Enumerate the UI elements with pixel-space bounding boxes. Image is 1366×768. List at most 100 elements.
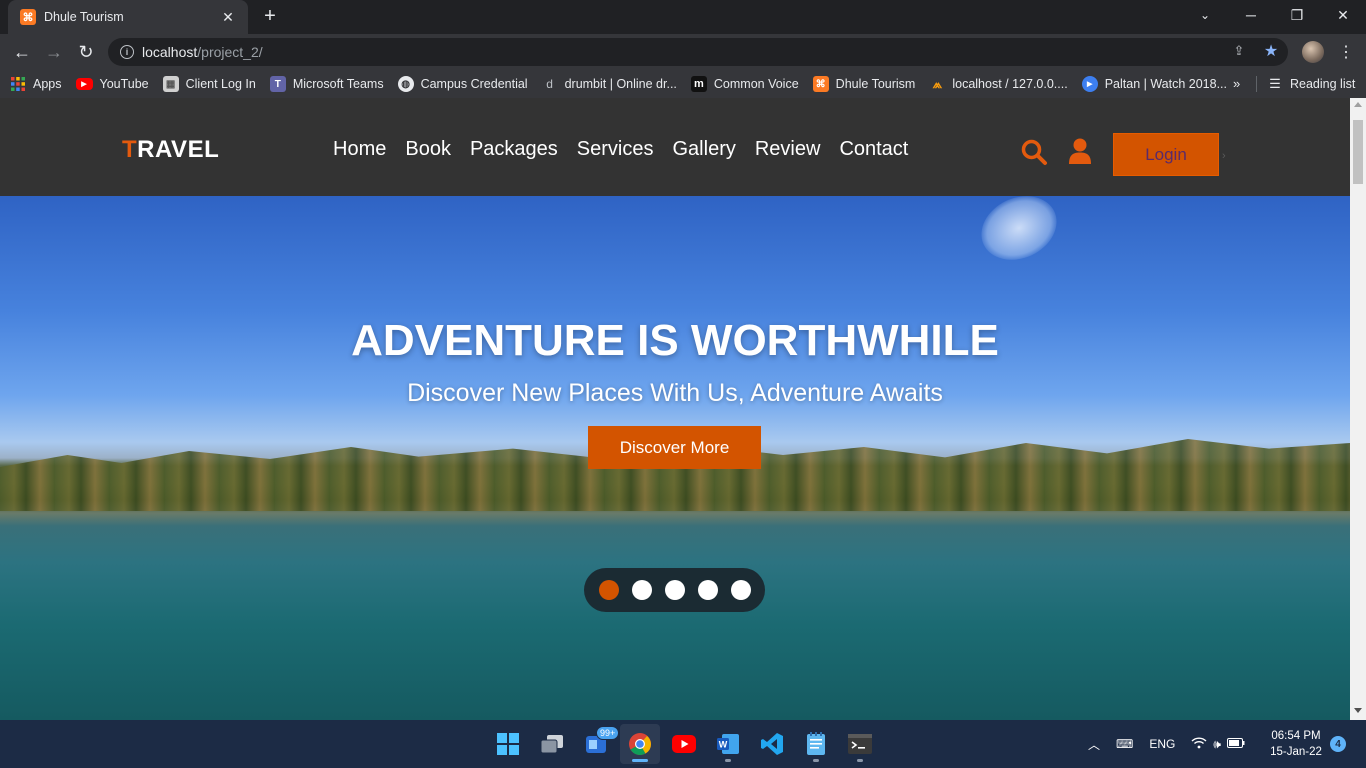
scroll-up-arrow-icon[interactable]	[1354, 102, 1362, 107]
hero-title: ADVENTURE IS WORTHWHILE	[351, 316, 999, 365]
word-taskbar-button[interactable]: W	[708, 724, 748, 764]
window-controls: ─ ❐ ✕	[1228, 0, 1366, 30]
tab-title: Dhule Tourism	[44, 10, 124, 24]
terminal-icon	[848, 734, 872, 754]
touch-keyboard-icon[interactable]: ⌨	[1116, 737, 1133, 751]
login-button[interactable]: Login	[1113, 133, 1219, 176]
task-view-icon	[540, 735, 563, 754]
scroll-thumb[interactable]	[1353, 120, 1363, 184]
discover-more-button[interactable]: Discover More	[588, 426, 761, 469]
search-icon[interactable]	[1020, 138, 1048, 166]
restore-button[interactable]: ❐	[1274, 0, 1320, 30]
bookmark-label: Campus Credential	[420, 77, 528, 91]
widgets-button[interactable]: 99+	[576, 724, 620, 764]
bookmark-campus-credential[interactable]: ◍ Campus Credential	[397, 76, 528, 92]
youtube-app-icon	[672, 735, 696, 753]
slide-dot-1[interactable]	[598, 580, 619, 600]
nav-review[interactable]: Review	[755, 138, 821, 161]
profile-avatar[interactable]	[1302, 41, 1324, 63]
forward-button[interactable]: →	[40, 39, 68, 65]
terminal-taskbar-button[interactable]	[840, 724, 880, 764]
nav-packages[interactable]: Packages	[470, 138, 558, 161]
tab-search-chevron-icon[interactable]: ⌄	[1192, 4, 1218, 26]
nav-home[interactable]: Home	[333, 138, 386, 161]
slide-dot-2[interactable]	[631, 580, 652, 600]
bookmark-client-log-in[interactable]: ▦ Client Log In	[162, 76, 256, 92]
notification-badge[interactable]: 4	[1330, 736, 1346, 752]
drumbit-icon: d	[546, 77, 553, 91]
svg-text:W: W	[719, 740, 728, 750]
bookmark-dhule-tourism[interactable]: ⌘ Dhule Tourism	[812, 76, 915, 92]
new-tab-button[interactable]: +	[258, 5, 282, 29]
taskbar: 99+ W ︿ ⌨ ENG 🕪 06:54 PM 15-Jan-22 4	[0, 720, 1366, 768]
bookmark-microsoft-teams[interactable]: T Microsoft Teams	[269, 76, 384, 92]
bookmark-common-voice[interactable]: m Common Voice	[690, 76, 799, 92]
site-logo[interactable]: TRAVEL	[122, 136, 219, 164]
start-button[interactable]	[488, 724, 528, 764]
reload-button[interactable]: ↻	[72, 39, 100, 65]
site-info-icon[interactable]: i	[120, 45, 134, 59]
running-indicator	[857, 759, 863, 762]
play-icon: ▶	[1081, 76, 1098, 92]
xampp-favicon-icon: ⌘	[20, 9, 36, 25]
clock-time: 06:54 PM	[1271, 730, 1321, 742]
user-icon[interactable]	[1068, 138, 1092, 164]
chrome-taskbar-button[interactable]	[620, 724, 660, 764]
bookmarks-bar: Apps ▶ YouTube ▦ Client Log In T Microso…	[0, 70, 1366, 98]
phpmyadmin-icon: ⩕	[932, 76, 943, 91]
running-indicator	[632, 759, 648, 762]
bookmark-paltan[interactable]: ▶ Paltan | Watch 2018...	[1081, 76, 1227, 92]
notepad-taskbar-button[interactable]	[796, 724, 836, 764]
slide-dot-5[interactable]	[730, 580, 751, 600]
wifi-icon[interactable]	[1191, 736, 1207, 752]
close-window-button[interactable]: ✕	[1320, 0, 1366, 30]
address-bar[interactable]: i localhost/project_2/ ⇪ ★	[108, 38, 1288, 66]
language-indicator[interactable]: ENG	[1149, 737, 1175, 751]
clock-date: 15-Jan-22	[1270, 746, 1322, 758]
nav-book[interactable]: Book	[405, 138, 451, 161]
reading-list-button[interactable]: ☰ Reading list	[1267, 76, 1355, 92]
share-icon[interactable]: ⇪	[1230, 42, 1248, 60]
vscode-taskbar-button[interactable]	[752, 724, 792, 764]
close-tab-icon[interactable]: ✕	[220, 9, 236, 26]
bookmark-apps[interactable]: Apps	[10, 76, 62, 92]
teams-icon: T	[269, 76, 286, 92]
bookmark-label: Client Log In	[185, 77, 256, 91]
scroll-down-arrow-icon[interactable]	[1354, 708, 1362, 713]
page-scrollbar[interactable]	[1350, 98, 1366, 720]
word-icon: W	[717, 734, 739, 754]
bookmark-drumbit[interactable]: d drumbit | Online dr...	[542, 76, 677, 92]
youtube-taskbar-button[interactable]	[664, 724, 704, 764]
battery-icon[interactable]	[1226, 737, 1245, 751]
nav-contact[interactable]: Contact	[839, 138, 908, 161]
bookmark-localhost[interactable]: ⩕ localhost / 127.0.0....	[929, 76, 1068, 92]
more-bookmarks-chevron[interactable]: »	[1233, 76, 1240, 91]
running-indicator	[813, 759, 819, 762]
common-voice-icon: m	[690, 76, 707, 92]
client-login-icon: ▦	[162, 76, 179, 92]
task-view-button[interactable]	[532, 724, 572, 764]
minimize-button[interactable]: ─	[1228, 0, 1274, 30]
xampp-icon: ⌘	[812, 76, 829, 92]
nav-gallery[interactable]: Gallery	[673, 138, 736, 161]
slider-controls	[584, 568, 765, 612]
slide-dot-4[interactable]	[697, 580, 718, 600]
bookmark-star-icon[interactable]: ★	[1262, 42, 1280, 60]
browser-menu-icon[interactable]: ⋮	[1336, 41, 1356, 63]
slide-dot-3[interactable]	[664, 580, 685, 600]
nav-services[interactable]: Services	[577, 138, 654, 161]
login-caret-icon: ›	[1222, 150, 1226, 162]
running-indicator	[725, 759, 731, 762]
tab-strip: ⌘ Dhule Tourism ✕ + ⌄ ─ ❐ ✕	[0, 0, 1366, 34]
volume-icon[interactable]: 🕪	[1213, 737, 1221, 752]
bookmark-label: Apps	[33, 77, 62, 91]
lens-glare	[970, 196, 1068, 272]
url-host: localhost	[142, 44, 198, 60]
taskbar-clock[interactable]: 06:54 PM 15-Jan-22	[1262, 728, 1330, 760]
browser-tab[interactable]: ⌘ Dhule Tourism ✕	[8, 0, 248, 34]
reading-list-label: Reading list	[1290, 77, 1356, 91]
tray-chevron-up-icon[interactable]: ︿	[1088, 736, 1100, 753]
bookmark-youtube[interactable]: ▶ YouTube	[75, 77, 149, 91]
back-button[interactable]: ←	[8, 39, 36, 65]
bookmark-label: drumbit | Online dr...	[564, 77, 677, 91]
